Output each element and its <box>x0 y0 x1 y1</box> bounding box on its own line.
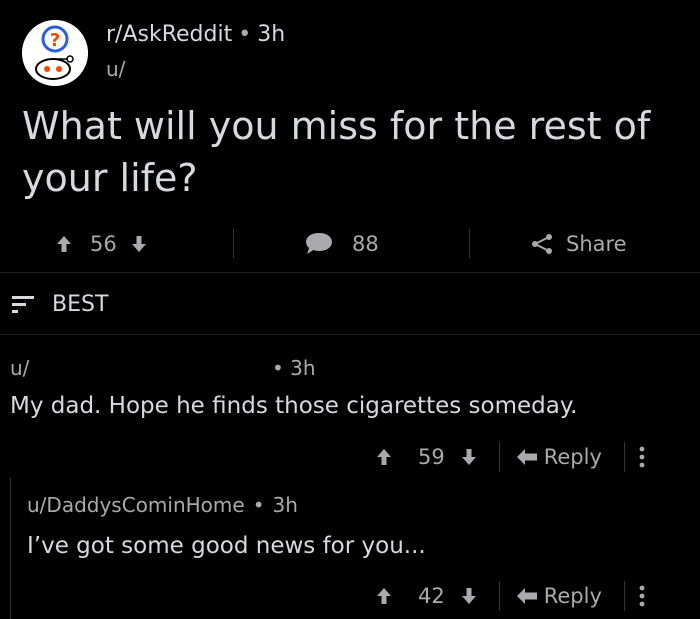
askreddit-icon: ? <box>22 20 88 86</box>
comment-age-line: • 3h <box>272 356 316 380</box>
reply-score: 42 <box>418 584 445 608</box>
comment-actions: 59 Reply <box>376 437 645 477</box>
comments-button[interactable]: 88 <box>304 216 379 272</box>
post-title[interactable]: What will you miss for the rest of your … <box>22 100 682 204</box>
post-score: 56 <box>90 232 117 256</box>
comment-body: My dad. Hope he finds those cigarettes s… <box>10 393 578 419</box>
reply-button[interactable]: Reply <box>516 584 602 608</box>
comment-age: 3h <box>290 356 316 380</box>
divider <box>623 581 625 611</box>
reply-arrow-icon <box>516 449 537 465</box>
separator-dot: • <box>238 22 252 47</box>
post-action-bar: 56 88 Share <box>0 216 700 272</box>
svg-text:?: ? <box>50 30 60 51</box>
divider <box>498 442 500 472</box>
comment-bubble-icon <box>304 231 334 257</box>
subreddit-line: r/AskReddit • 3h <box>106 22 285 47</box>
post-author[interactable]: u/ <box>106 57 125 81</box>
upvote-icon[interactable] <box>56 235 72 253</box>
sort-label: BEST <box>52 291 109 317</box>
share-button[interactable]: Share <box>530 216 627 272</box>
reply-arrow-icon <box>516 588 537 604</box>
reply-body: I’ve got some good news for you... <box>27 533 426 559</box>
upvote-icon[interactable] <box>376 448 392 466</box>
reply-button[interactable]: Reply <box>516 445 602 469</box>
divider <box>469 228 470 258</box>
more-options-icon[interactable] <box>639 446 645 468</box>
post-age: 3h <box>257 22 286 47</box>
divider <box>0 272 700 273</box>
downvote-icon[interactable] <box>461 448 477 466</box>
divider <box>0 334 700 335</box>
upvote-icon[interactable] <box>376 587 392 605</box>
reply-author[interactable]: u/DaddysCominHome <box>27 493 245 517</box>
sort-icon <box>10 293 38 315</box>
share-label: Share <box>566 232 627 256</box>
divider <box>498 581 500 611</box>
separator-dot: • <box>272 356 291 380</box>
comment-score: 59 <box>418 445 445 469</box>
divider <box>233 228 234 258</box>
sort-selector[interactable]: BEST <box>10 286 108 322</box>
reply-label: Reply <box>543 445 602 469</box>
reply-actions: 42 Reply <box>376 576 645 616</box>
reply-age: 3h <box>272 493 298 517</box>
more-options-icon[interactable] <box>639 585 645 607</box>
comment-count: 88 <box>352 232 379 256</box>
post-header: ? r/AskReddit • 3h u/ <box>0 0 700 100</box>
separator-dot: • <box>252 493 265 517</box>
downvote-icon[interactable] <box>131 235 147 253</box>
downvote-icon[interactable] <box>461 587 477 605</box>
divider <box>623 442 625 472</box>
vote-group: 56 <box>56 216 147 272</box>
subreddit-name[interactable]: r/AskReddit <box>106 22 232 47</box>
reply-label: Reply <box>543 584 602 608</box>
reply-author-line: u/DaddysCominHome • 3h <box>27 493 298 517</box>
subreddit-avatar[interactable]: ? <box>22 20 88 86</box>
thread-indent-line[interactable] <box>10 478 11 619</box>
comment-author[interactable]: u/ <box>10 356 29 380</box>
share-icon <box>530 233 554 255</box>
